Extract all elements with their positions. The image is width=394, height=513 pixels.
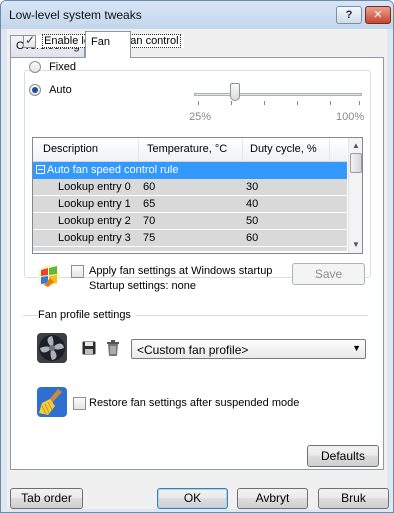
cell-description: Lookup entry 0 [58, 181, 131, 193]
column-temperature[interactable]: Temperature, °C [147, 143, 227, 155]
table-row[interactable]: Lookup entry 3 75 60 [33, 230, 347, 247]
cell-duty: 30 [246, 181, 259, 193]
close-icon: ✕ [373, 9, 383, 21]
slider-max-label: 100% [336, 111, 365, 123]
fan-icon [37, 333, 67, 363]
group-label: Auto fan speed control rule [47, 164, 179, 176]
help-icon: ? [345, 9, 353, 21]
table-group-row[interactable]: Auto fan speed control rule [33, 162, 347, 179]
slider-tick [264, 101, 265, 105]
mode-fixed-radio[interactable]: Fixed [29, 61, 76, 74]
scroll-thumb[interactable] [350, 153, 362, 173]
table-header: Description Temperature, °C Duty cycle, … [33, 138, 347, 162]
floppy-disk-icon[interactable] [82, 341, 96, 355]
mode-auto-label: Auto [49, 84, 72, 96]
startup-settings-text: Startup settings: none [89, 280, 197, 292]
collapse-icon[interactable] [36, 165, 45, 174]
cell-temperature: 60 [143, 181, 156, 193]
column-separator [329, 138, 330, 162]
apply-button[interactable]: Bruk [318, 488, 389, 509]
column-duty-cycle[interactable]: Duty cycle, % [250, 143, 317, 155]
scroll-up-icon[interactable]: ▲ [352, 141, 360, 150]
save-button[interactable]: Save [292, 263, 365, 285]
column-description[interactable]: Description [43, 143, 98, 155]
slider-tick [198, 101, 199, 105]
trash-icon[interactable] [106, 340, 120, 356]
mode-auto-radio[interactable]: Auto [29, 84, 72, 97]
ok-button[interactable]: OK [157, 488, 228, 509]
broom-icon [37, 387, 67, 417]
title-bar: Low-level system tweaks ? ✕ [1, 1, 393, 29]
cell-duty: 60 [246, 232, 259, 244]
cell-description: Lookup entry 3 [58, 232, 131, 244]
table-row[interactable]: Lookup entry 0 60 30 [33, 179, 347, 196]
apply-at-startup-checkbox[interactable] [71, 265, 84, 278]
fan-curve-table[interactable]: Description Temperature, °C Duty cycle, … [32, 137, 363, 254]
slider-tick [297, 101, 298, 105]
table-row[interactable]: Lookup entry 2 70 50 [33, 213, 347, 230]
enable-fan-control-check[interactable] [23, 33, 36, 48]
close-button[interactable]: ✕ [365, 6, 391, 24]
cell-temperature: 75 [143, 232, 156, 244]
cancel-button[interactable]: Avbryt [237, 488, 308, 509]
cell-temperature: 65 [143, 198, 156, 210]
mode-fixed-radio-button[interactable] [29, 61, 41, 74]
table-scrollbar[interactable]: ▲ ▼ [348, 138, 362, 253]
chevron-down-icon: ▼ [352, 343, 361, 353]
window-title: Low-level system tweaks [9, 8, 142, 22]
cell-duty: 40 [246, 198, 259, 210]
cell-description: Lookup entry 1 [58, 198, 131, 210]
restore-after-suspend-checkbox[interactable] [73, 397, 86, 410]
help-button[interactable]: ? [336, 6, 362, 24]
mode-fixed-label: Fixed [49, 61, 76, 73]
windows-flag-icon [38, 265, 60, 287]
fan-speed-slider-track[interactable] [194, 93, 362, 96]
profile-group-label: Fan profile settings [38, 309, 135, 321]
cell-description: Lookup entry 2 [58, 215, 131, 227]
restore-after-suspend-label: Restore fan settings after suspended mod… [89, 397, 300, 409]
table-rows: Auto fan speed control rule Lookup entry… [33, 162, 347, 252]
defaults-button[interactable]: Defaults [307, 445, 379, 467]
slider-tick [231, 101, 232, 105]
scroll-down-icon[interactable]: ▼ [352, 240, 360, 249]
cell-temperature: 70 [143, 215, 156, 227]
slider-tick [359, 101, 360, 105]
table-row[interactable]: Lookup entry 1 65 40 [33, 196, 347, 213]
mode-auto-radio-button[interactable] [29, 84, 41, 97]
dialog-window: Low-level system tweaks ? ✕ Overclocking… [0, 0, 394, 513]
column-separator [242, 138, 243, 162]
fan-profile-dropdown[interactable]: <Custom fan profile> ▼ [131, 339, 366, 359]
slider-tick [330, 101, 331, 105]
cell-duty: 50 [246, 215, 259, 227]
tab-fan[interactable]: Fan [85, 31, 131, 58]
tab-order-button[interactable]: Tab order [10, 488, 83, 509]
fan-profile-selected: <Custom fan profile> [137, 343, 249, 357]
column-separator [138, 138, 139, 162]
apply-at-startup-label: Apply fan settings at Windows startup [89, 265, 273, 277]
slider-min-label: 25% [189, 111, 212, 123]
table-row-partial[interactable] [33, 247, 347, 252]
fan-speed-slider-thumb[interactable] [230, 83, 240, 101]
